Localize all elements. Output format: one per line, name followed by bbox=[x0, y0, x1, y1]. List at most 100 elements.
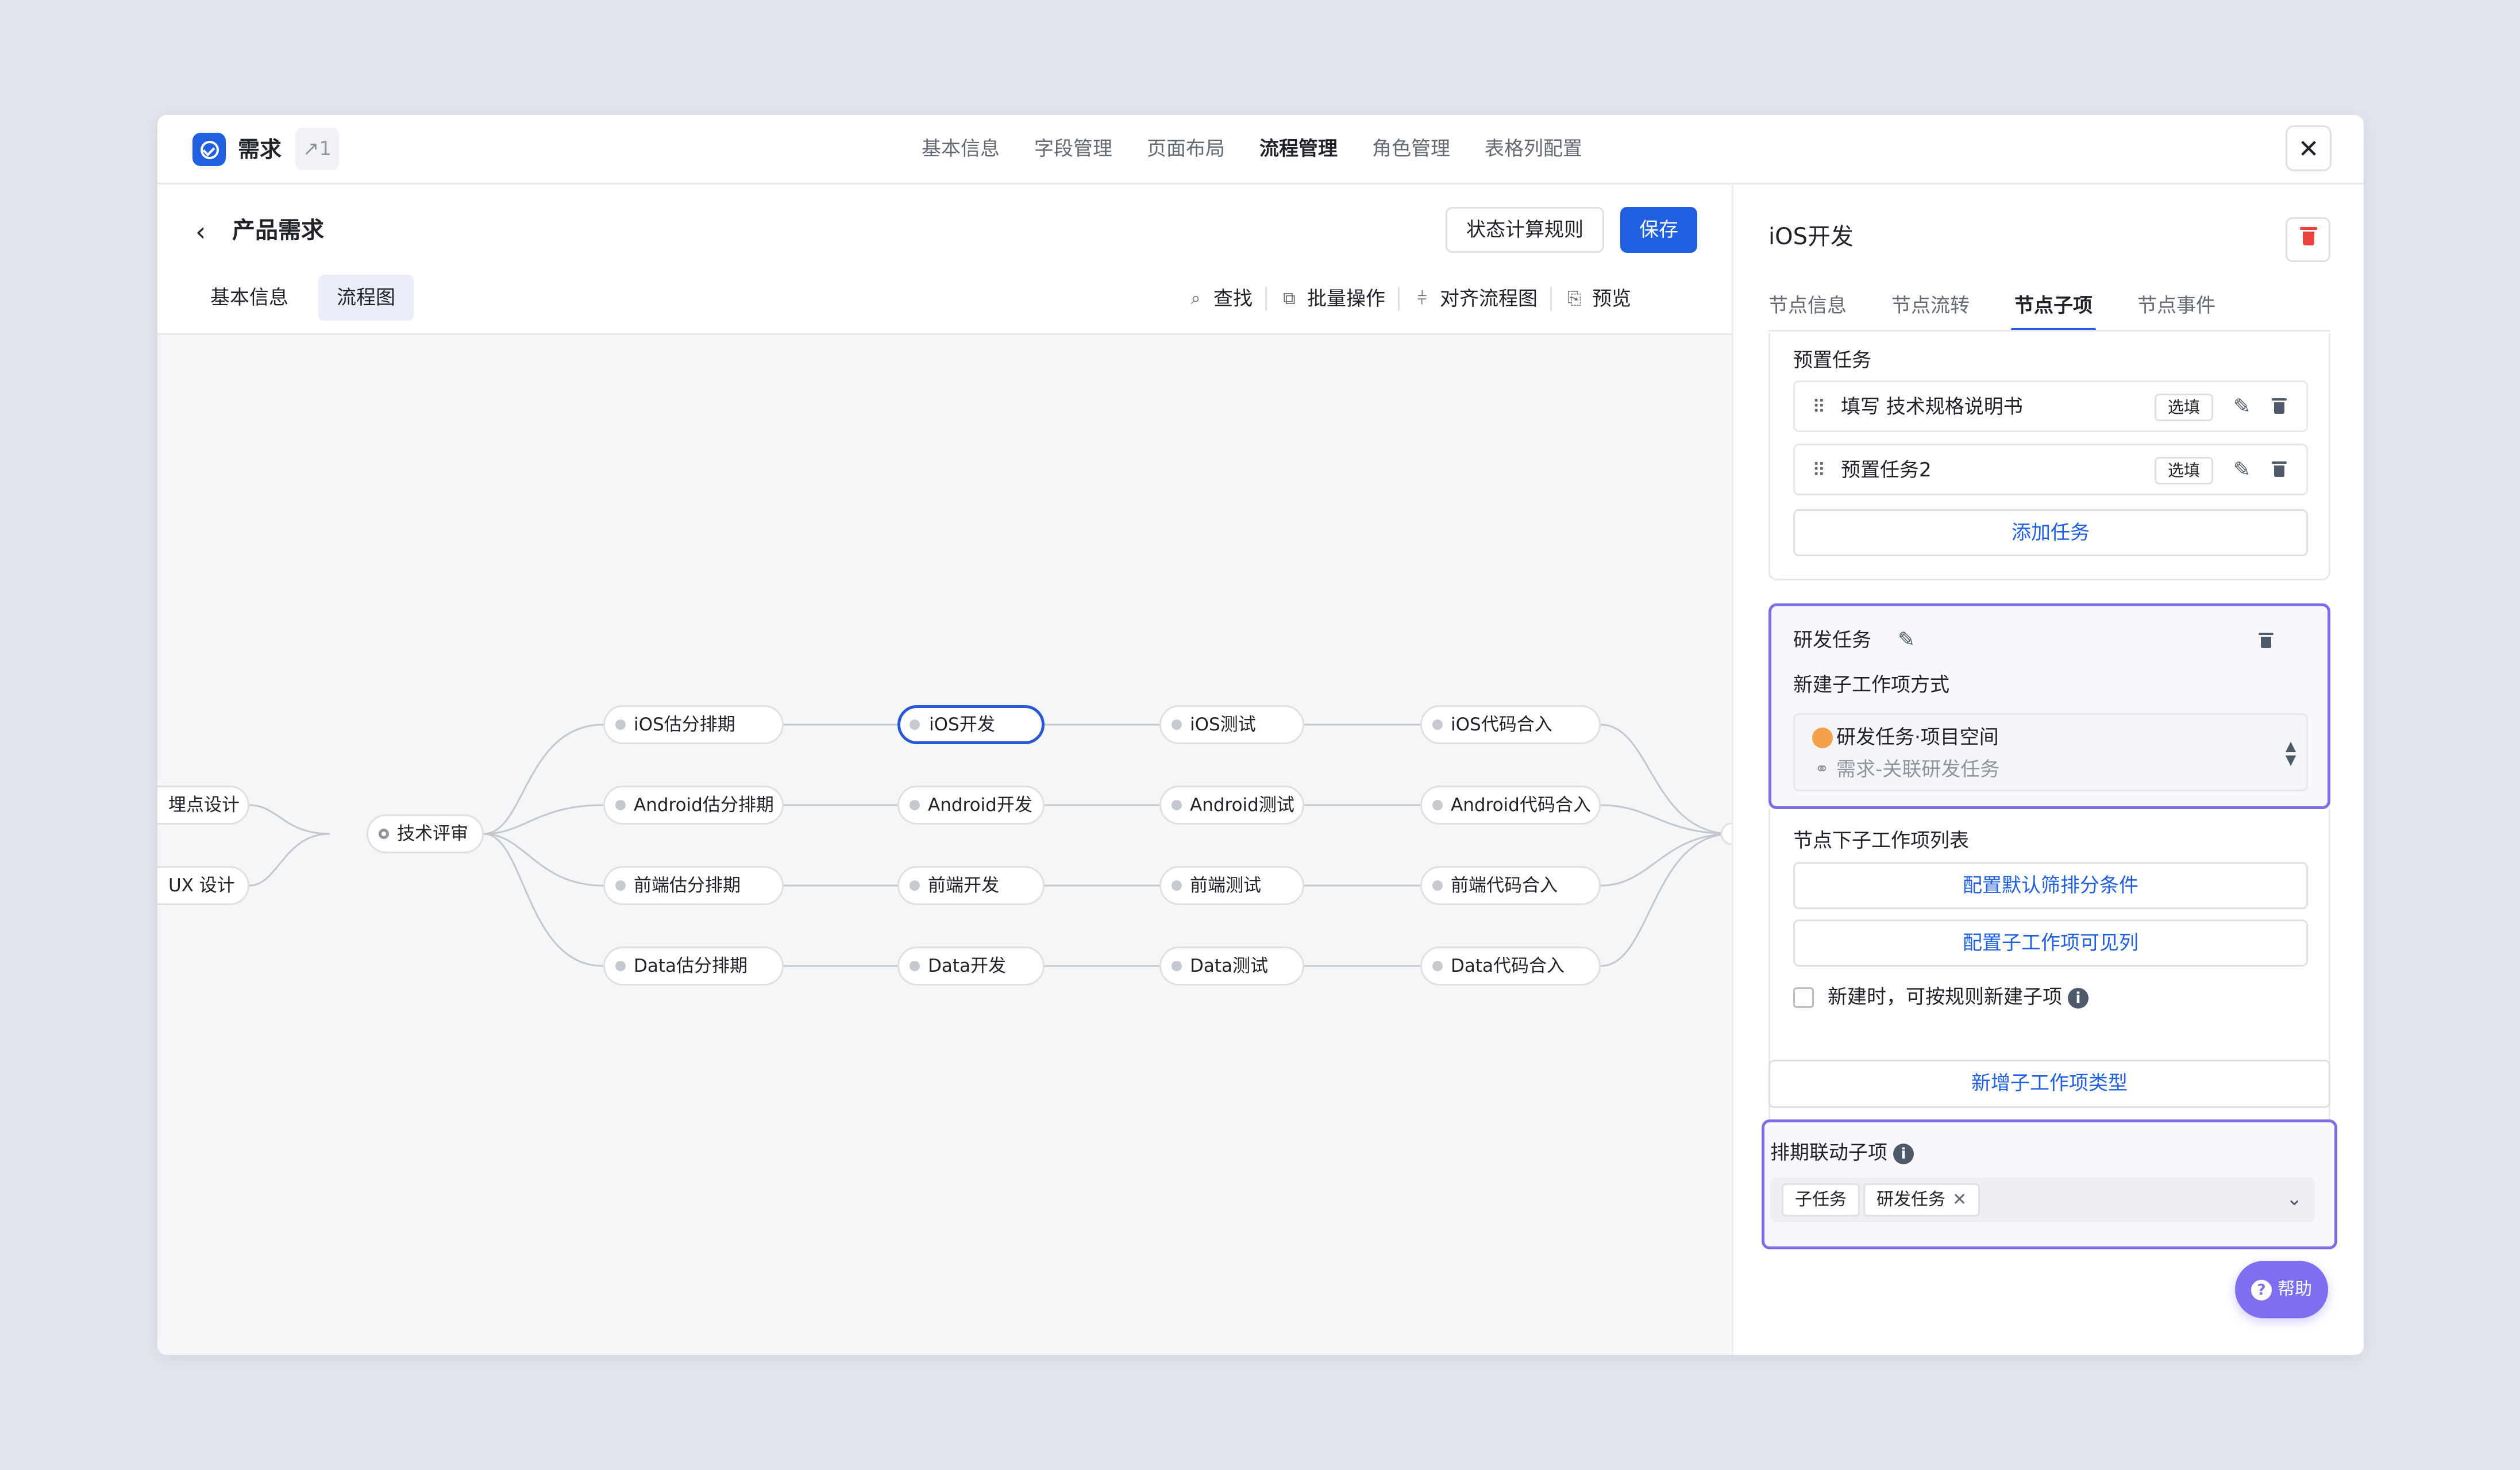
pencil-icon[interactable]: ✎ bbox=[1898, 626, 1915, 655]
tab-role-management[interactable]: 角色管理 bbox=[1372, 115, 1450, 183]
schedule-linkage-label: 排期联动子项 i bbox=[1770, 1138, 1914, 1167]
config-window: 需求 ↗1 基本信息 字段管理 页面布局 流程管理 角色管理 表格列配置 ✕ ‹… bbox=[157, 115, 2364, 1355]
flow-node[interactable]: Data估分排期 bbox=[603, 946, 784, 986]
create-mode-label: 新建子工作项方式 bbox=[1793, 674, 1949, 696]
subtab-flowchart[interactable]: 流程图 bbox=[318, 275, 414, 321]
edge bbox=[1600, 724, 1732, 835]
share-count-badge[interactable]: ↗1 bbox=[295, 128, 339, 170]
create-by-rule-label: 新建时，可按规则新建子项 i bbox=[1828, 983, 2089, 1011]
config-visible-columns-button[interactable]: 配置子工作项可见列 bbox=[1793, 919, 2308, 967]
option-sub: 需求-关联研发任务 bbox=[1836, 758, 2000, 781]
task-row[interactable]: ⠿ 预置任务2 选填 ✎ bbox=[1793, 444, 2308, 495]
help-icon: ? bbox=[2251, 1279, 2272, 1300]
tab-page-layout[interactable]: 页面布局 bbox=[1147, 115, 1225, 183]
create-by-rule-checkbox[interactable] bbox=[1793, 987, 1814, 1008]
subtab-basic-info[interactable]: 基本信息 bbox=[192, 275, 307, 321]
add-subitem-type-button[interactable]: 新增子工作项类型 bbox=[1768, 1060, 2330, 1108]
workspace-icon bbox=[1812, 728, 1833, 748]
tab-table-column-config[interactable]: 表格列配置 bbox=[1485, 115, 1582, 183]
task-row[interactable]: ⠿ 填写 技术规格说明书 选填 ✎ bbox=[1793, 380, 2308, 432]
tab-node-transition[interactable]: 节点流转 bbox=[1891, 287, 1970, 328]
edge bbox=[249, 804, 330, 835]
flow-node[interactable]: Data代码合入 bbox=[1420, 946, 1601, 986]
pencil-icon[interactable]: ✎ bbox=[2230, 392, 2253, 421]
flow-node[interactable]: 前端代码合入 bbox=[1420, 866, 1601, 905]
close-icon[interactable]: ✕ bbox=[1952, 1190, 1967, 1210]
flow-node[interactable]: 埋点设计 bbox=[157, 786, 249, 825]
flow-toolbar: ⌕ 查找 ⧉ 批量操作 ⫩ 对齐流程图 ⎘ 预览 bbox=[1173, 282, 1644, 316]
tab-field-management[interactable]: 字段管理 bbox=[1034, 115, 1112, 183]
flow-node[interactable]: 前端测试 bbox=[1159, 866, 1304, 905]
align-flow-button[interactable]: ⫩ 对齐流程图 bbox=[1400, 282, 1550, 316]
task-name: 预置任务2 bbox=[1841, 459, 1932, 482]
flow-node[interactable]: Data测试 bbox=[1159, 946, 1304, 986]
panel-divider bbox=[1732, 183, 1733, 1355]
flow-node[interactable]: Android开发 bbox=[897, 786, 1045, 825]
flow-node[interactable]: UX 设计 bbox=[157, 866, 249, 905]
status-rule-button[interactable]: 状态计算规则 bbox=[1446, 207, 1604, 253]
schedule-linkage-card: 排期联动子项 i 子任务 研发任务 ✕ ⌄ bbox=[1762, 1119, 2337, 1249]
panel-tabs: 节点信息 节点流转 节点子项 节点事件 bbox=[1768, 287, 2260, 331]
flow-node[interactable]: iOS代码合入 bbox=[1420, 705, 1601, 744]
pencil-icon[interactable]: ✎ bbox=[2230, 456, 2253, 484]
info-icon[interactable]: i bbox=[1893, 1143, 1914, 1164]
flow-node[interactable]: Android估分排期 bbox=[603, 786, 784, 825]
preset-task-card: 预置任务 ⠿ 填写 技术规格说明书 选填 ✎ ⠿ 预置任务2 选填 ✎ 添加任务 bbox=[1768, 333, 2330, 580]
search-doc-icon: ⌕ bbox=[1190, 288, 1201, 309]
merge-node-partial bbox=[1720, 822, 1732, 845]
align-icon: ⫩ bbox=[1417, 288, 1427, 309]
flow-node[interactable]: iOS估分排期 bbox=[603, 705, 784, 744]
app-logo-icon bbox=[192, 133, 226, 166]
top-bar: 需求 ↗1 基本信息 字段管理 页面布局 流程管理 角色管理 表格列配置 ✕ bbox=[157, 115, 2364, 184]
preset-task-label: 预置任务 bbox=[1793, 349, 1871, 372]
trash-icon[interactable] bbox=[2259, 632, 2274, 648]
flow-node[interactable]: iOS测试 bbox=[1159, 705, 1304, 744]
flow-node[interactable]: 前端开发 bbox=[897, 866, 1045, 905]
close-button[interactable]: ✕ bbox=[2286, 125, 2332, 171]
tab-node-info[interactable]: 节点信息 bbox=[1768, 287, 1847, 328]
tab-underline bbox=[1768, 330, 2330, 332]
chevron-left-icon[interactable]: ‹ bbox=[195, 216, 215, 247]
preview-button[interactable]: ⎘ 预览 bbox=[1552, 282, 1644, 316]
drag-handle-icon[interactable]: ⠿ bbox=[1812, 457, 1825, 483]
subitem-list-label: 节点下子工作项列表 bbox=[1793, 829, 1969, 852]
dev-task-label: 研发任务 bbox=[1793, 629, 1871, 652]
edge bbox=[483, 804, 604, 835]
tab-flow-management[interactable]: 流程管理 bbox=[1259, 115, 1338, 183]
save-button[interactable]: 保存 bbox=[1620, 207, 1697, 253]
drag-handle-icon[interactable]: ⠿ bbox=[1812, 394, 1825, 420]
edge bbox=[483, 833, 604, 967]
edge bbox=[249, 833, 330, 887]
add-task-button[interactable]: 添加任务 bbox=[1793, 509, 2308, 556]
help-button[interactable]: ? 帮助 bbox=[2235, 1261, 2328, 1318]
flow-node-selected[interactable]: iOS开发 bbox=[897, 705, 1045, 744]
flow-node[interactable]: Android测试 bbox=[1159, 786, 1304, 825]
flow-node-tech-review[interactable]: 技术评审 bbox=[367, 814, 484, 853]
preview-label: 预览 bbox=[1592, 287, 1631, 310]
edge bbox=[1600, 804, 1732, 835]
config-filter-button[interactable]: 配置默认筛排分条件 bbox=[1793, 862, 2308, 909]
find-button[interactable]: ⌕ 查找 bbox=[1173, 282, 1265, 316]
trash-icon[interactable] bbox=[2272, 460, 2287, 477]
flow-node[interactable]: Android代码合入 bbox=[1420, 786, 1601, 825]
info-icon[interactable]: i bbox=[2068, 987, 2089, 1009]
trash-icon[interactable] bbox=[2272, 397, 2287, 414]
tab-basic-info[interactable]: 基本信息 bbox=[922, 115, 1000, 183]
sort-icon: ▲ ▼ bbox=[2285, 738, 2296, 768]
chevron-down-icon: ⌄ bbox=[2286, 1187, 2303, 1210]
flow-node[interactable]: Data开发 bbox=[897, 946, 1045, 986]
optional-tag[interactable]: 选填 bbox=[2155, 394, 2213, 421]
schedule-linkage-select[interactable]: 子任务 研发任务 ✕ ⌄ bbox=[1770, 1177, 2315, 1222]
edge bbox=[1600, 833, 1732, 967]
align-label: 对齐流程图 bbox=[1440, 287, 1538, 310]
copy-icon: ⧉ bbox=[1283, 288, 1296, 309]
create-mode-select[interactable]: 研发任务·项目空间 ⚭ 需求-关联研发任务 ▲ ▼ bbox=[1793, 713, 2308, 791]
optional-tag[interactable]: 选填 bbox=[2155, 457, 2213, 484]
chip-dev-task: 研发任务 ✕ bbox=[1863, 1183, 1980, 1217]
tab-node-events[interactable]: 节点事件 bbox=[2137, 287, 2215, 328]
flow-node[interactable]: 前端估分排期 bbox=[603, 866, 784, 905]
batch-operation-button[interactable]: ⧉ 批量操作 bbox=[1267, 282, 1398, 316]
tab-node-subitems[interactable]: 节点子项 bbox=[2011, 287, 2096, 331]
flow-canvas[interactable]: 埋点设计 UX 设计 技术评审 iOS估分排期 iOS开发 iOS测试 iOS代… bbox=[157, 333, 1732, 1355]
delete-node-button[interactable] bbox=[2286, 217, 2330, 262]
